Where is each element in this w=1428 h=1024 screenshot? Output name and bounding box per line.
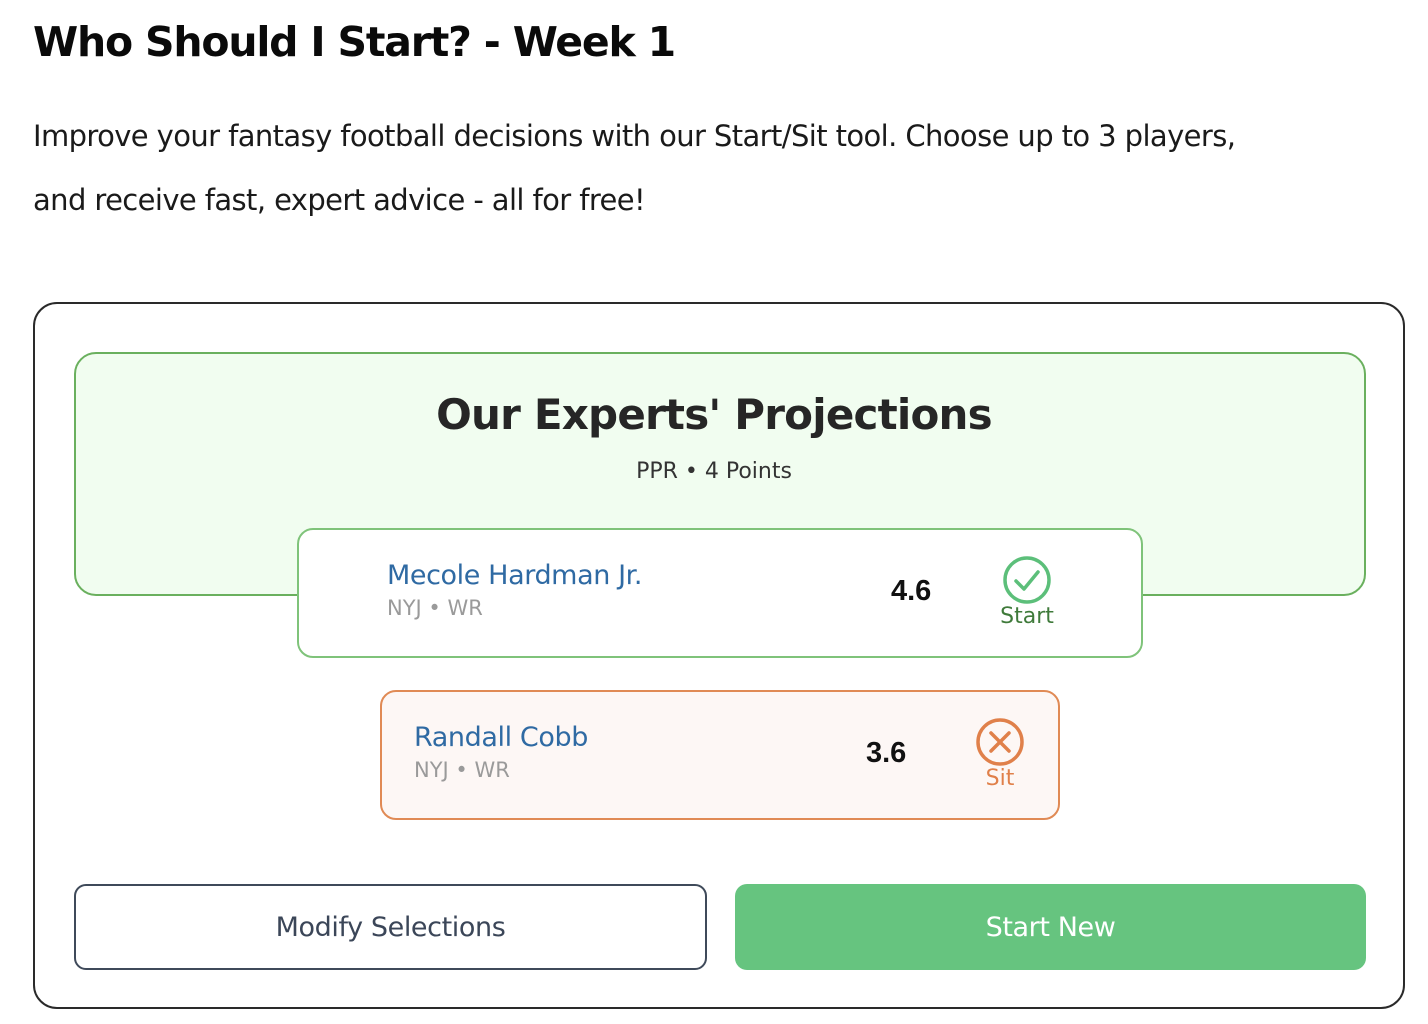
player-card-sit: Randall Cobb NYJ • WR 3.6 Sit xyxy=(380,690,1060,820)
verdict-label: Sit xyxy=(985,766,1015,791)
player-name[interactable]: Randall Cobb xyxy=(414,722,588,753)
player-card-start: Mecole Hardman Jr. NYJ • WR 4.6 Start xyxy=(297,528,1143,658)
projections-subtitle: PPR • 4 Points xyxy=(636,459,792,484)
start-new-button[interactable]: Start New xyxy=(735,884,1366,970)
player-projected-score: 4.6 xyxy=(891,575,932,607)
player-name[interactable]: Mecole Hardman Jr. xyxy=(387,560,642,591)
player-projected-score: 3.6 xyxy=(866,737,907,769)
intro-line-2: and receive fast, expert advice - all fo… xyxy=(33,183,646,217)
check-circle-icon xyxy=(1002,555,1052,610)
page-title: Who Should I Start? - Week 1 xyxy=(33,18,676,66)
verdict-label: Start xyxy=(1000,604,1054,629)
intro-line-1: Improve your fantasy football decisions … xyxy=(33,119,1236,153)
intro-text: Improve your fantasy football decisions … xyxy=(33,104,1428,232)
x-circle-icon xyxy=(975,717,1025,772)
player-team-position: NYJ • WR xyxy=(387,596,483,620)
projections-title: Our Experts' Projections xyxy=(436,390,993,439)
modify-selections-button[interactable]: Modify Selections xyxy=(74,884,707,970)
player-team-position: NYJ • WR xyxy=(414,758,510,782)
